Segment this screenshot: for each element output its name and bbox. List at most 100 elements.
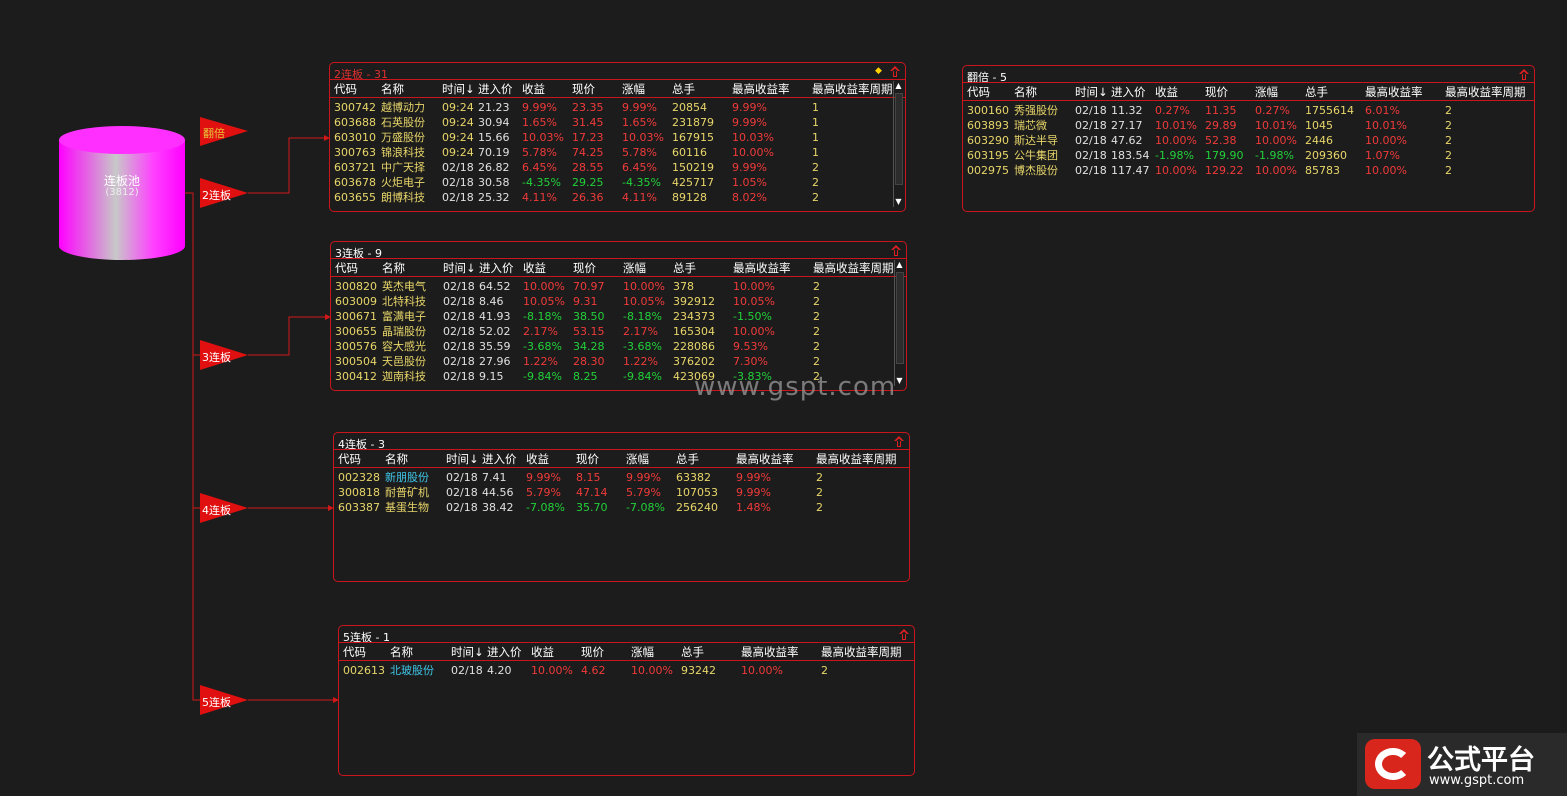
column-header-name[interactable]: 名称 [390,644,413,660]
column-header-max-return-period[interactable]: 最高收益率周期 [821,644,902,660]
arrow-label-2lianban[interactable]: 2连板 [202,187,231,203]
cell-volume: 150219 [672,161,714,174]
table-row[interactable]: 603387 基蛋生物 02/18 38.42 -7.08% 35.70 -7.08% 256… [334,500,909,515]
column-header-volume[interactable]: 总手 [676,451,699,467]
vertical-scrollbar[interactable]: ▲ ▼ [894,260,904,386]
column-header-time[interactable]: 时间↓ [1075,84,1108,100]
table-row[interactable]: 300655 晶瑞股份 02/18 52.02 2.17% 53.15 2.17% 16530… [331,324,906,339]
table-row[interactable]: 300763 锦浪科技 09:24 70.19 5.78% 74.25 5.78% 60116… [330,145,905,160]
table-row[interactable]: 300160 秀强股份 02/18 11.32 0.27% 11.35 0.27% 17556… [963,103,1534,118]
arrow-label-3lianban[interactable]: 3连板 [202,349,231,365]
column-header-profit[interactable]: 收益 [522,81,545,97]
column-header-time[interactable]: 时间↓ [446,451,479,467]
scroll-down-icon[interactable]: ▼ [894,197,903,207]
cell-max-return-period: 2 [813,310,820,323]
collapse-up-arrow-icon[interactable] [891,245,901,256]
column-header-profit[interactable]: 收益 [526,451,549,467]
table-row[interactable]: 603010 万盛股份 09:24 15.66 10.03% 17.23 10.03% 167… [330,130,905,145]
column-header-profit[interactable]: 收益 [523,260,546,276]
column-header-code[interactable]: 代码 [335,260,358,276]
column-header-change[interactable]: 涨幅 [622,81,645,97]
column-header-price[interactable]: 现价 [581,644,604,660]
column-header-max-return-period[interactable]: 最高收益率周期 [812,81,893,97]
table-row[interactable]: 603721 中广天择 02/18 26.82 6.45% 28.55 6.45% 15021… [330,160,905,175]
column-header-volume[interactable]: 总手 [673,260,696,276]
collapse-up-arrow-icon[interactable] [890,66,900,77]
column-header-name[interactable]: 名称 [381,81,404,97]
column-header-volume[interactable]: 总手 [672,81,695,97]
scroll-up-icon[interactable]: ▲ [894,81,903,91]
column-header-code[interactable]: 代码 [967,84,990,100]
column-header-max-return-period[interactable]: 最高收益率周期 [1445,84,1526,100]
table-row[interactable]: 300576 容大感光 02/18 35.59 -3.68% 34.28 -3.68% 228… [331,339,906,354]
collapse-up-arrow-icon[interactable] [894,436,904,447]
scroll-up-icon[interactable]: ▲ [895,260,904,270]
column-header-volume[interactable]: 总手 [681,644,704,660]
table-row[interactable]: 300671 富满电子 02/18 41.93 -8.18% 38.50 -8.18% 234… [331,309,906,324]
arrow-label-5lianban[interactable]: 5连板 [202,694,231,710]
cell-profit: 0.27% [1155,104,1190,117]
column-header-volume[interactable]: 总手 [1305,84,1328,100]
arrow-label-4lianban[interactable]: 4连板 [202,502,231,518]
column-header-profit[interactable]: 收益 [1155,84,1178,100]
cell-time: 09:24 [442,131,474,144]
column-header-entry-price[interactable]: 进入价 [482,451,517,467]
table-row[interactable]: 002328 新朋股份 02/18 7.41 9.99% 8.15 9.99% 63382 9.… [334,470,909,485]
scroll-thumb[interactable] [895,93,903,185]
cell-price: 70.97 [573,280,605,293]
table-row[interactable]: 300820 英杰电气 02/18 64.52 10.00% 70.97 10.00% 378… [331,279,906,294]
column-header-entry-price[interactable]: 进入价 [478,81,513,97]
column-header-max-return-period[interactable]: 最高收益率周期 [816,451,897,467]
scroll-thumb[interactable] [896,272,904,364]
column-header-change[interactable]: 涨幅 [623,260,646,276]
arrow-label-fanbei[interactable]: 翻倍 [203,125,225,141]
column-header-code[interactable]: 代码 [338,451,361,467]
column-header-max-return[interactable]: 最高收益率 [732,81,790,97]
table-row[interactable]: 300742 越博动力 09:24 21.23 9.99% 23.35 9.99% 20854… [330,100,905,115]
column-header-price[interactable]: 现价 [572,81,595,97]
column-header-time[interactable]: 时间↓ [443,260,476,276]
column-header-name[interactable]: 名称 [385,451,408,467]
column-header-code[interactable]: 代码 [334,81,357,97]
cell-code: 002328 [338,471,380,484]
table-row[interactable]: 002975 博杰股份 02/18 117.47 10.00% 129.22 10.00% 8… [963,163,1534,178]
cell-name: 晶瑞股份 [382,325,426,338]
column-header-change[interactable]: 涨幅 [626,451,649,467]
table-row[interactable]: 603195 公牛集团 02/18 183.54 -1.98% 179.90 -1.98% 2… [963,148,1534,163]
column-header-max-return[interactable]: 最高收益率 [1365,84,1423,100]
column-header-code[interactable]: 代码 [343,644,366,660]
table-row[interactable]: 603009 北特科技 02/18 8.46 10.05% 9.31 10.05% 39291… [331,294,906,309]
vertical-scrollbar[interactable]: ▲ ▼ [893,81,903,207]
column-header-time[interactable]: 时间↓ [451,644,484,660]
table-row[interactable]: 002613 北玻股份 02/18 4.20 10.00% 4.62 10.00% 93242… [339,663,914,678]
table-row[interactable]: 603655 朗博科技 02/18 25.32 4.11% 26.36 4.11% 89128… [330,190,905,205]
table-row[interactable]: 603678 火炬电子 02/18 30.58 -4.35% 29.25 -4.35% 425… [330,175,905,190]
cell-max-return: 10.00% [733,280,775,293]
table-row[interactable]: 300504 天邑股份 02/18 27.96 1.22% 28.30 1.22% 37620… [331,354,906,369]
column-header-name[interactable]: 名称 [382,260,405,276]
table-row[interactable]: 603290 斯达半导 02/18 47.62 10.00% 52.38 10.00% 244… [963,133,1534,148]
cell-max-return: 10.05% [733,295,775,308]
column-header-max-return-period[interactable]: 最高收益率周期 [813,260,894,276]
scroll-down-icon[interactable]: ▼ [895,376,904,386]
diamond-icon[interactable]: ◆ [875,67,883,76]
column-header-max-return[interactable]: 最高收益率 [733,260,791,276]
column-header-change[interactable]: 涨幅 [631,644,654,660]
column-header-entry-price[interactable]: 进入价 [487,644,522,660]
column-header-entry-price[interactable]: 进入价 [1111,84,1146,100]
collapse-up-arrow-icon[interactable] [1519,69,1529,80]
collapse-up-arrow-icon[interactable] [899,629,909,640]
column-header-price[interactable]: 现价 [1205,84,1228,100]
column-header-price[interactable]: 现价 [573,260,596,276]
column-header-entry-price[interactable]: 进入价 [479,260,514,276]
column-header-profit[interactable]: 收益 [531,644,554,660]
column-header-price[interactable]: 现价 [576,451,599,467]
table-row[interactable]: 603893 瑞芯微 02/18 27.17 10.01% 29.89 10.01% 1045… [963,118,1534,133]
table-row[interactable]: 300818 耐普矿机 02/18 44.56 5.79% 47.14 5.79% 10705… [334,485,909,500]
column-header-change[interactable]: 涨幅 [1255,84,1278,100]
column-header-max-return[interactable]: 最高收益率 [741,644,799,660]
column-header-name[interactable]: 名称 [1014,84,1037,100]
table-row[interactable]: 603688 石英股份 09:24 30.94 1.65% 31.45 1.65% 23187… [330,115,905,130]
column-header-time[interactable]: 时间↓ [442,81,475,97]
column-header-max-return[interactable]: 最高收益率 [736,451,794,467]
